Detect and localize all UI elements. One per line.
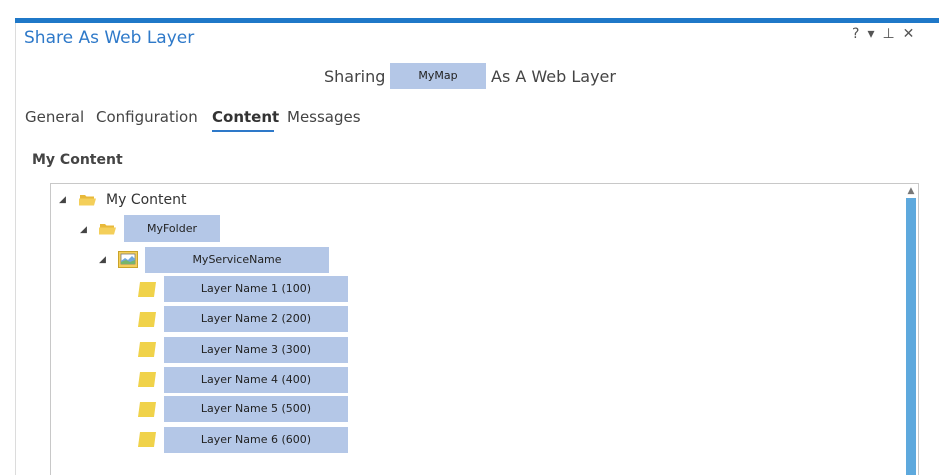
tab-general[interactable]: General — [25, 108, 84, 126]
layer-icon — [138, 432, 156, 447]
layer-icon — [138, 342, 156, 357]
pin-icon[interactable]: ⊥ — [882, 26, 898, 42]
map-service-icon — [118, 251, 138, 268]
sharing-suffix: As A Web Layer — [491, 67, 616, 86]
expand-root-icon[interactable]: ◢ — [59, 195, 66, 205]
tree-layer-label[interactable]: Layer Name 4 (400) — [164, 367, 348, 393]
section-title: My Content — [32, 152, 123, 168]
map-name: MyMap — [418, 69, 458, 82]
window-controls: ? ▾ ⊥ ✕ — [848, 26, 918, 42]
tree-layer-label[interactable]: Layer Name 3 (300) — [164, 337, 348, 363]
help-icon[interactable]: ? — [852, 26, 863, 42]
expand-service-icon[interactable]: ◢ — [99, 255, 106, 265]
active-tab-indicator — [212, 130, 274, 132]
tab-content[interactable]: Content — [212, 108, 279, 126]
layer-icon — [138, 282, 156, 297]
scroll-up-icon[interactable]: ▲ — [904, 184, 918, 198]
layer-icon — [138, 372, 156, 387]
tree-root-label[interactable]: My Content — [106, 192, 187, 208]
tree-layer-label[interactable]: Layer Name 5 (500) — [164, 396, 348, 422]
tab-configuration[interactable]: Configuration — [96, 108, 198, 126]
tree-layer-label[interactable]: Layer Name 1 (100) — [164, 276, 348, 302]
close-icon[interactable]: ✕ — [903, 26, 919, 42]
tree-layer-label[interactable]: Layer Name 2 (200) — [164, 306, 348, 332]
dropdown-icon[interactable]: ▾ — [867, 26, 878, 42]
tree-folder-label[interactable]: MyFolder — [124, 215, 220, 242]
tree-layer-label[interactable]: Layer Name 6 (600) — [164, 427, 348, 453]
layer-icon — [138, 312, 156, 327]
tab-messages[interactable]: Messages — [287, 108, 361, 126]
open-folder-icon — [99, 224, 116, 235]
sharing-prefix: Sharing — [324, 67, 386, 86]
layer-icon — [138, 402, 156, 417]
tree-service-label[interactable]: MyServiceName — [145, 247, 329, 273]
open-folder-icon — [79, 195, 96, 206]
scroll-thumb[interactable] — [906, 198, 916, 475]
expand-folder-icon[interactable]: ◢ — [80, 225, 87, 235]
pane-accent-bar — [15, 18, 939, 23]
pane-title: Share As Web Layer — [24, 28, 195, 48]
